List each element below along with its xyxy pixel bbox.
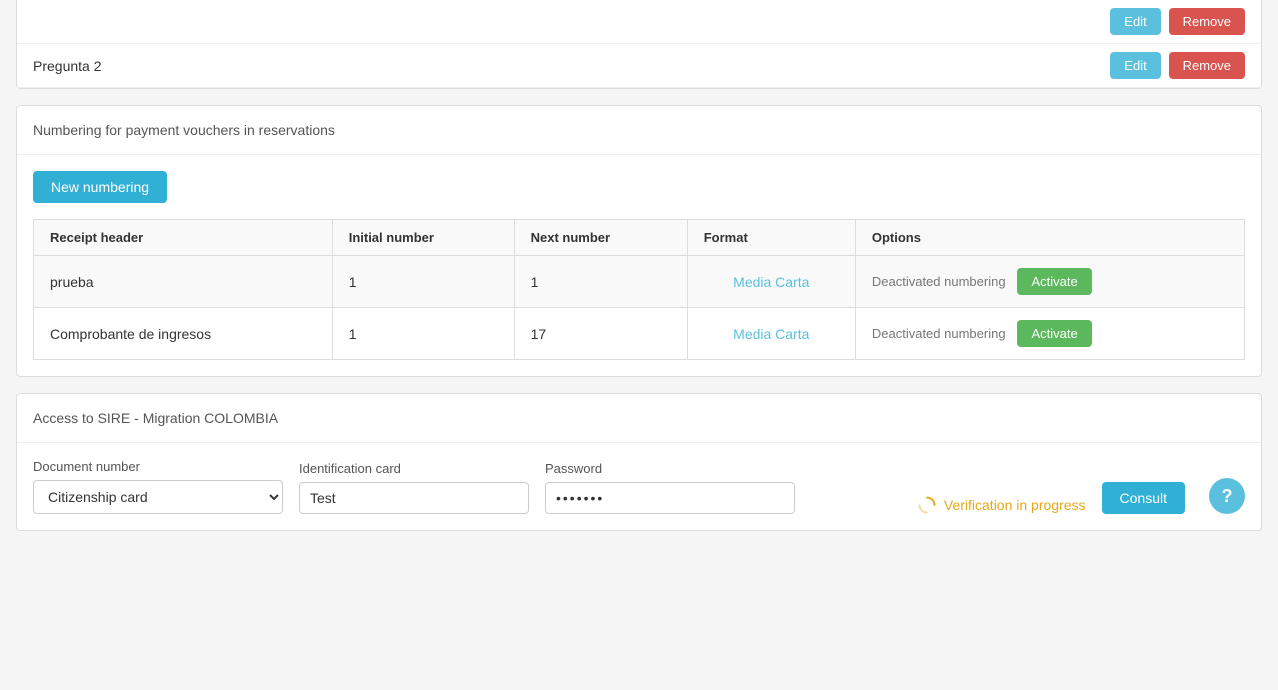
document-number-select[interactable]: Citizenship cardPassportForeign IDOther xyxy=(33,480,283,514)
sire-section: Access to SIRE - Migration COLOMBIA Docu… xyxy=(16,393,1262,531)
deactivated-text: Deactivated numbering xyxy=(872,326,1006,341)
format-cell: Media Carta xyxy=(687,256,855,308)
remove-button-q1[interactable]: Remove xyxy=(1169,8,1245,35)
sire-section-body: Document number Citizenship cardPassport… xyxy=(17,443,1261,530)
sire-section-title: Access to SIRE - Migration COLOMBIA xyxy=(17,394,1261,443)
sire-form-row: Document number Citizenship cardPassport… xyxy=(33,459,1245,514)
question-2-actions: Edit Remove xyxy=(485,44,1261,88)
numbering-section-body: New numbering Receipt header Initial num… xyxy=(17,155,1261,376)
receipt-header-cell: prueba xyxy=(34,256,333,308)
password-label: Password xyxy=(545,461,795,476)
deactivated-text: Deactivated numbering xyxy=(872,274,1006,289)
format-cell: Media Carta xyxy=(687,308,855,360)
spinner-icon xyxy=(918,496,936,514)
document-number-label: Document number xyxy=(33,459,283,474)
initial-number-cell: 1 xyxy=(332,308,514,360)
initial-number-cell: 1 xyxy=(332,256,514,308)
question-1-actions: Edit Remove xyxy=(485,0,1261,44)
col-initial-number: Initial number xyxy=(332,220,514,256)
numbering-table-header-row: Receipt header Initial number Next numbe… xyxy=(34,220,1245,256)
password-group: Password xyxy=(545,461,795,514)
activate-button[interactable]: Activate xyxy=(1017,320,1091,347)
partial-top-section: Edit Remove Pregunta 2 Edit Remove xyxy=(16,0,1262,89)
remove-button-q2[interactable]: Remove xyxy=(1169,52,1245,79)
verification-status-text: Verification in progress xyxy=(944,497,1086,513)
help-button[interactable]: ? xyxy=(1209,478,1245,514)
next-number-cell: 1 xyxy=(514,256,687,308)
col-receipt-header: Receipt header xyxy=(34,220,333,256)
col-next-number: Next number xyxy=(514,220,687,256)
col-format: Format xyxy=(687,220,855,256)
table-row: prueba 1 1 Media Carta Deactivated numbe… xyxy=(34,256,1245,308)
numbering-section-title: Numbering for payment vouchers in reserv… xyxy=(17,106,1261,155)
question-row-2: Pregunta 2 Edit Remove xyxy=(17,44,1261,88)
table-row: Comprobante de ingresos 1 17 Media Carta… xyxy=(34,308,1245,360)
consult-button[interactable]: Consult xyxy=(1102,482,1185,514)
activate-button[interactable]: Activate xyxy=(1017,268,1091,295)
edit-button-q1[interactable]: Edit xyxy=(1110,8,1160,35)
edit-button-q2[interactable]: Edit xyxy=(1110,52,1160,79)
col-options: Options xyxy=(855,220,1244,256)
question-row-1: Edit Remove xyxy=(17,0,1261,44)
identification-card-label: Identification card xyxy=(299,461,529,476)
format-link[interactable]: Media Carta xyxy=(733,326,809,342)
identification-card-group: Identification card xyxy=(299,461,529,514)
format-link[interactable]: Media Carta xyxy=(733,274,809,290)
new-numbering-button[interactable]: New numbering xyxy=(33,171,167,203)
document-number-group: Document number Citizenship cardPassport… xyxy=(33,459,283,514)
verification-status: Verification in progress xyxy=(918,496,1086,514)
page-wrapper: Edit Remove Pregunta 2 Edit Remove Numbe… xyxy=(0,0,1278,690)
options-cell: Deactivated numbering Activate xyxy=(855,308,1244,360)
question-1-label xyxy=(17,0,485,44)
numbering-table: Receipt header Initial number Next numbe… xyxy=(33,219,1245,360)
options-cell: Deactivated numbering Activate xyxy=(855,256,1244,308)
numbering-section: Numbering for payment vouchers in reserv… xyxy=(16,105,1262,377)
password-input[interactable] xyxy=(545,482,795,514)
next-number-cell: 17 xyxy=(514,308,687,360)
receipt-header-cell: Comprobante de ingresos xyxy=(34,308,333,360)
identification-card-input[interactable] xyxy=(299,482,529,514)
question-2-label: Pregunta 2 xyxy=(17,44,485,88)
